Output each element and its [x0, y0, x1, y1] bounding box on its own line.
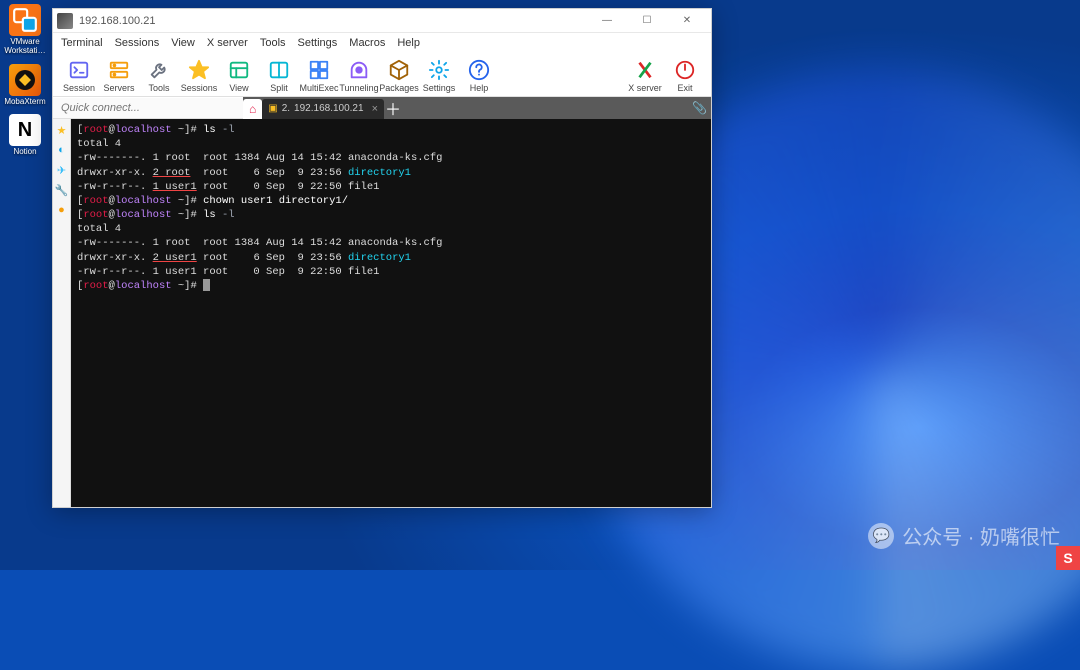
menu-help[interactable]: Help: [397, 37, 420, 49]
multi-icon: [307, 58, 331, 82]
desktop-icon-vmware[interactable]: VMware Workstati…: [4, 4, 46, 56]
servers-button[interactable]: Servers: [99, 56, 139, 95]
sftp-tab[interactable]: ✈: [55, 163, 69, 177]
sessions-button[interactable]: Sessions: [179, 56, 219, 95]
notion-icon: N: [9, 114, 41, 146]
settings-button[interactable]: Settings: [419, 56, 459, 95]
mobaxterm-window: 192.168.100.21 — ☐ ✕ Terminal Sessions V…: [52, 8, 712, 508]
toolbar-label: Session: [63, 83, 95, 93]
toolbar: Session Servers Tools Sessions View Split Mult…: [53, 53, 711, 97]
toolbar-label: MultiExec: [299, 83, 338, 93]
split-button[interactable]: Split: [259, 56, 299, 95]
menu-settings[interactable]: Settings: [298, 37, 338, 49]
toolbar-label: X server: [628, 83, 662, 93]
desktop-icon-mobaxterm[interactable]: MobaXterm: [4, 64, 46, 107]
tab-close-icon[interactable]: ×: [372, 103, 378, 115]
xserver-button[interactable]: X server: [625, 56, 665, 95]
terminal-output[interactable]: [root@localhost ~]# ls -l total 4 -rw---…: [71, 119, 711, 507]
home-icon: ⌂: [249, 102, 256, 116]
split-icon: [267, 58, 291, 82]
minimize-button[interactable]: —: [587, 9, 627, 33]
titlebar[interactable]: 192.168.100.21 — ☐ ✕: [53, 9, 711, 33]
gear-icon: [427, 58, 451, 82]
close-button[interactable]: ✕: [667, 9, 707, 33]
desktop-icon-label: VMware Workstati…: [4, 38, 46, 56]
new-tab-button[interactable]: ＋: [384, 96, 402, 120]
desktop-icon-label: MobaXterm: [4, 98, 45, 107]
toolbar-label: Help: [470, 83, 489, 93]
toolbar-label: Servers: [103, 83, 134, 93]
view-button[interactable]: View: [219, 56, 259, 95]
window-title: 192.168.100.21: [79, 15, 587, 27]
menu-terminal[interactable]: Terminal: [61, 37, 103, 49]
watermark: 💬 公众号 · 奶嘴很忙: [868, 521, 1060, 550]
multiexec-button[interactable]: MultiExec: [299, 56, 339, 95]
desktop-icons-column: VMware Workstati… MobaXterm N Notion: [4, 4, 46, 157]
star-icon: [187, 58, 211, 82]
toolbar-label: Tunneling: [339, 83, 378, 93]
sessions-tab[interactable]: ◐: [55, 143, 69, 157]
layout-icon: [227, 58, 251, 82]
vmware-icon: [9, 4, 41, 36]
help-icon: [467, 58, 491, 82]
package-icon: [387, 58, 411, 82]
app-icon: [57, 13, 73, 29]
macros-tab[interactable]: ●: [55, 203, 69, 217]
packages-button[interactable]: Packages: [379, 56, 419, 95]
quick-connect-row: ⌂ ▣ 2. 192.168.100.21 × ＋ 📎: [53, 97, 711, 119]
tab-index: 2.: [282, 103, 290, 114]
help-button[interactable]: Help: [459, 56, 499, 95]
home-tab[interactable]: ⌂: [243, 99, 262, 119]
terminal-icon: [67, 58, 91, 82]
menubar: Terminal Sessions View X server Tools Se…: [53, 33, 711, 53]
power-icon: [673, 58, 697, 82]
tray-app-icon[interactable]: S: [1056, 546, 1080, 570]
menu-xserver[interactable]: X server: [207, 37, 248, 49]
menu-macros[interactable]: Macros: [349, 37, 385, 49]
toolbar-label: Packages: [379, 83, 419, 93]
desktop-icon-label: Notion: [13, 148, 36, 157]
menu-sessions[interactable]: Sessions: [115, 37, 160, 49]
toolbar-label: Settings: [423, 83, 456, 93]
side-toolbar: ★ ◐ ✈ 🔧 ●: [53, 119, 71, 507]
toolbar-label: View: [229, 83, 248, 93]
toolbar-label: Tools: [148, 83, 169, 93]
toolbar-label: Exit: [677, 83, 692, 93]
xserver-icon: [633, 58, 657, 82]
tunnel-icon: [347, 58, 371, 82]
session-button[interactable]: Session: [59, 56, 99, 95]
maximize-button[interactable]: ☐: [627, 9, 667, 33]
menu-tools[interactable]: Tools: [260, 37, 286, 49]
desktop-icon-notion[interactable]: N Notion: [4, 114, 46, 157]
watermark-text: 公众号 · 奶嘴很忙: [902, 521, 1060, 550]
quick-connect-input[interactable]: [53, 98, 243, 118]
exit-button[interactable]: Exit: [665, 56, 705, 95]
tab-terminal-icon: ▣: [268, 103, 277, 114]
favorites-tab[interactable]: ★: [55, 123, 69, 137]
wrench-icon: [147, 58, 171, 82]
toolbar-label: Sessions: [181, 83, 218, 93]
paperclip-icon[interactable]: 📎: [692, 101, 707, 115]
tabstrip: ⌂ ▣ 2. 192.168.100.21 × ＋ 📎: [243, 97, 711, 119]
session-tab-active[interactable]: ▣ 2. 192.168.100.21 ×: [262, 99, 384, 119]
tunneling-button[interactable]: Tunneling: [339, 56, 379, 95]
servers-icon: [107, 58, 131, 82]
wechat-icon: 💬: [868, 523, 894, 549]
tab-label: 192.168.100.21: [294, 103, 364, 114]
tools-button[interactable]: Tools: [139, 56, 179, 95]
body-area: ★ ◐ ✈ 🔧 ● [root@localhost ~]# ls -l total 4 …: [53, 119, 711, 507]
toolbar-label: Split: [270, 83, 288, 93]
tools-tab[interactable]: 🔧: [55, 183, 69, 197]
menu-view[interactable]: View: [171, 37, 195, 49]
mobaxterm-icon: [9, 64, 41, 96]
